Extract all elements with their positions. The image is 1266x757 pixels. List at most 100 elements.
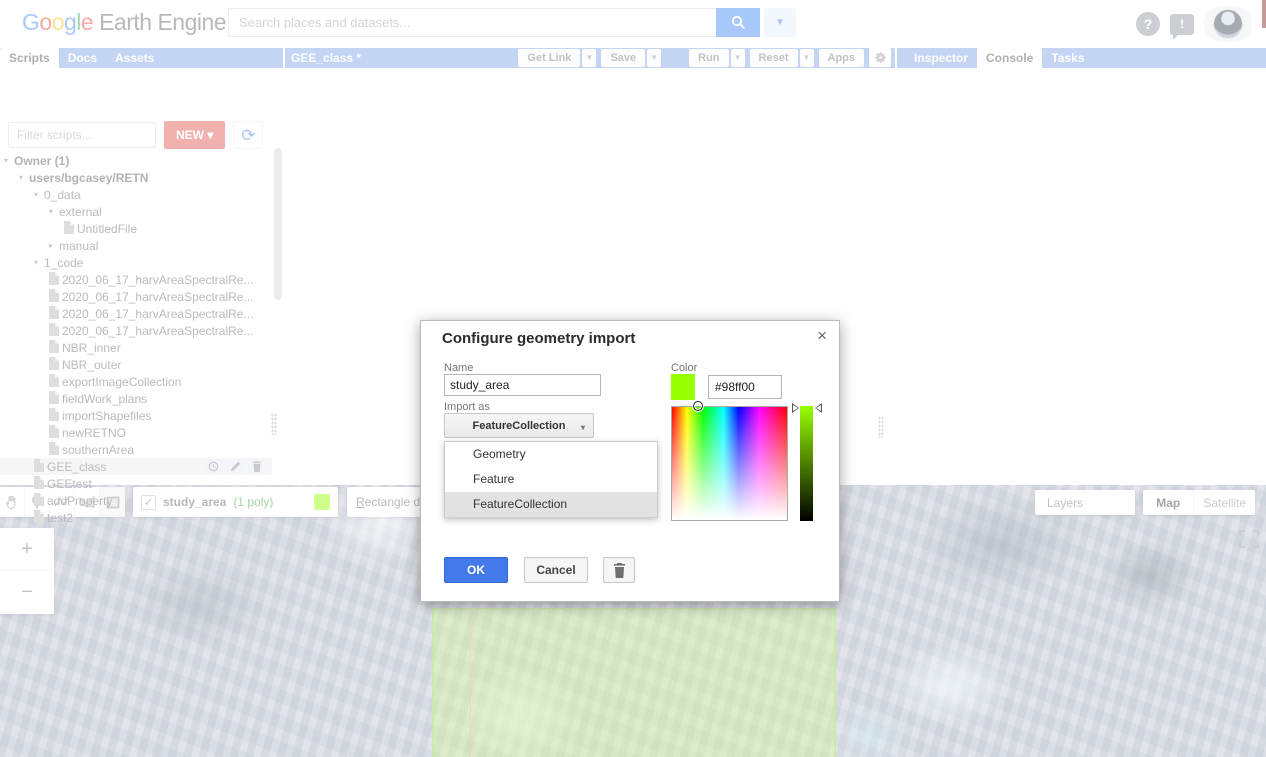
tab-tasks[interactable]: Tasks (1042, 48, 1093, 68)
tree-item-newretno[interactable]: newRETNO (0, 424, 272, 441)
tree-item-manual[interactable]: ▸manual (0, 237, 272, 254)
study-area-polygon[interactable] (432, 608, 836, 757)
tree-item-owner-1-[interactable]: ▾Owner (1) (0, 152, 272, 169)
polygon-edge-line (470, 609, 471, 757)
tab-docs[interactable]: Docs (59, 48, 106, 68)
tree-item-gee-class[interactable]: GEE_class (0, 458, 272, 475)
run-button[interactable]: Run (689, 49, 728, 67)
tree-item-geetest[interactable]: GEEtest (0, 475, 272, 492)
account-area[interactable] (1204, 6, 1252, 42)
slider-marker-left[interactable] (792, 403, 799, 413)
fullscreen-icon[interactable] (1238, 530, 1260, 550)
close-icon[interactable]: × (817, 326, 827, 346)
collapse-caret-icon[interactable]: ▾ (34, 258, 44, 267)
expand-caret-icon[interactable]: ▸ (49, 241, 59, 250)
filter-scripts-input[interactable] (8, 122, 156, 148)
tree-item-2020-06-17-harvareaspectralre-[interactable]: 2020_06_17_harvAreaSpectralRe... (0, 271, 272, 288)
configure-geometry-import-dialog: Configure geometry import × Name Import … (420, 320, 840, 602)
tree-item-users-bgcasey-retn[interactable]: ▾users/bgcasey/RETN (0, 169, 272, 186)
name-label: Name (444, 362, 473, 374)
tree-item-importshapefiles[interactable]: importShapefiles (0, 407, 272, 424)
reset-button[interactable]: Reset (750, 49, 798, 67)
layer-color-chip[interactable] (314, 494, 330, 510)
tree-item-untitledfile[interactable]: UntitledFile (0, 220, 272, 237)
delete-icon[interactable] (248, 459, 266, 474)
tree-item-nbr-inner[interactable]: NBR_inner (0, 339, 272, 356)
geometry-name-input[interactable] (444, 374, 601, 396)
option-featurecollection[interactable]: FeatureCollection (445, 492, 657, 517)
satellite-toggle-button[interactable]: Satellite (1194, 490, 1255, 515)
hue-saturation-picker[interactable] (671, 406, 788, 521)
collapse-caret-icon[interactable]: ▾ (49, 207, 59, 216)
tree-item-exportimagecollection[interactable]: exportImageCollection (0, 373, 272, 390)
tab-scripts[interactable]: Scripts (0, 48, 59, 68)
tree-item-0-data[interactable]: ▾0_data (0, 186, 272, 203)
ok-button[interactable]: OK (444, 557, 508, 583)
tree-item-external[interactable]: ▾external (0, 203, 272, 220)
history-icon[interactable] (204, 459, 222, 474)
save-button[interactable]: Save (601, 49, 645, 67)
collapse-caret-icon[interactable]: ▾ (19, 173, 29, 182)
feedback-icon[interactable]: ! (1170, 14, 1194, 35)
color-hex-input[interactable] (708, 375, 782, 399)
apps-button[interactable]: Apps (819, 49, 865, 67)
help-icon[interactable]: ? (1136, 12, 1160, 36)
new-script-button[interactable]: NEW ▾ (164, 121, 225, 149)
run-caret-icon[interactable]: ▼ (731, 49, 745, 67)
tree-item-label: GEEtest (47, 477, 92, 491)
layers-button[interactable]: Layers (1035, 490, 1135, 515)
tree-item-label: 1_code (44, 256, 83, 270)
option-feature[interactable]: Feature (445, 467, 657, 492)
option-geometry[interactable]: Geometry (445, 442, 657, 467)
tree-item-2020-06-17-harvareaspectralre-[interactable]: 2020_06_17_harvAreaSpectralRe... (0, 288, 272, 305)
zoom-out-button[interactable]: − (0, 571, 54, 614)
map-toggle-button[interactable]: Map (1143, 490, 1194, 515)
file-icon (49, 374, 59, 390)
cancel-button[interactable]: Cancel (524, 557, 588, 583)
zoom-in-button[interactable]: + (0, 528, 54, 571)
save-caret-icon[interactable]: ▼ (647, 49, 661, 67)
get-link-button[interactable]: Get Link (518, 49, 580, 67)
color-label: Color (671, 362, 697, 374)
tree-item-label: UntitledFile (77, 222, 137, 236)
collapse-caret-icon[interactable]: ▾ (4, 156, 14, 165)
tree-item-nbr-outer[interactable]: NBR_outer (0, 356, 272, 373)
delete-geometry-button[interactable] (603, 557, 635, 583)
get-link-caret-icon[interactable]: ▼ (582, 49, 596, 67)
script-tab-title[interactable]: GEE_class * (291, 51, 361, 68)
brightness-slider[interactable] (800, 406, 813, 521)
tree-item-fieldwork-plans[interactable]: fieldWork_plans (0, 390, 272, 407)
google-earth-engine-logo: Google Earth Engine (22, 9, 226, 36)
panel-splitter-grip[interactable] (271, 413, 277, 435)
script-tree: ▾Owner (1)▾users/bgcasey/RETN▾0_data▾ext… (0, 152, 272, 526)
tree-item-southernarea[interactable]: southernArea (0, 441, 272, 458)
tab-inspector[interactable]: Inspector (905, 48, 977, 68)
tab-console[interactable]: Console (977, 48, 1042, 68)
search-input[interactable] (228, 8, 716, 37)
collapse-caret-icon[interactable]: ▾ (34, 190, 44, 199)
refresh-icon[interactable]: ⟳ (233, 121, 263, 149)
edit-icon[interactable] (226, 459, 244, 474)
tree-item-addproperty[interactable]: addProperty (0, 492, 272, 509)
settings-gear-icon[interactable] (869, 48, 891, 67)
file-icon (64, 221, 74, 237)
tree-item-1-code[interactable]: ▾1_code (0, 254, 272, 271)
color-picker-marker[interactable] (693, 401, 703, 411)
tree-item-2020-06-17-harvareaspectralre-[interactable]: 2020_06_17_harvAreaSpectralRe... (0, 305, 272, 322)
tree-item-label: newRETNO (62, 426, 126, 440)
chevron-down-icon: ▾ (581, 423, 585, 432)
slider-marker-right[interactable] (815, 403, 822, 413)
import-as-select[interactable]: FeatureCollection▾ (444, 413, 594, 438)
left-panel-scrollbar[interactable] (274, 148, 282, 300)
avatar[interactable] (1213, 9, 1243, 39)
tree-item-label: 2020_06_17_harvAreaSpectralRe... (62, 273, 253, 287)
color-swatch[interactable] (671, 374, 695, 400)
tree-item-test2[interactable]: test2 (0, 509, 272, 526)
map-type-toggle: Map Satellite (1143, 490, 1255, 515)
panel-splitter-grip[interactable] (878, 416, 884, 438)
search-button[interactable] (716, 8, 760, 37)
search-options-caret-button[interactable]: ▼ (764, 8, 796, 37)
tab-assets[interactable]: Assets (106, 48, 163, 68)
reset-caret-icon[interactable]: ▼ (800, 49, 814, 67)
tree-item-2020-06-17-harvareaspectralre-[interactable]: 2020_06_17_harvAreaSpectralRe... (0, 322, 272, 339)
